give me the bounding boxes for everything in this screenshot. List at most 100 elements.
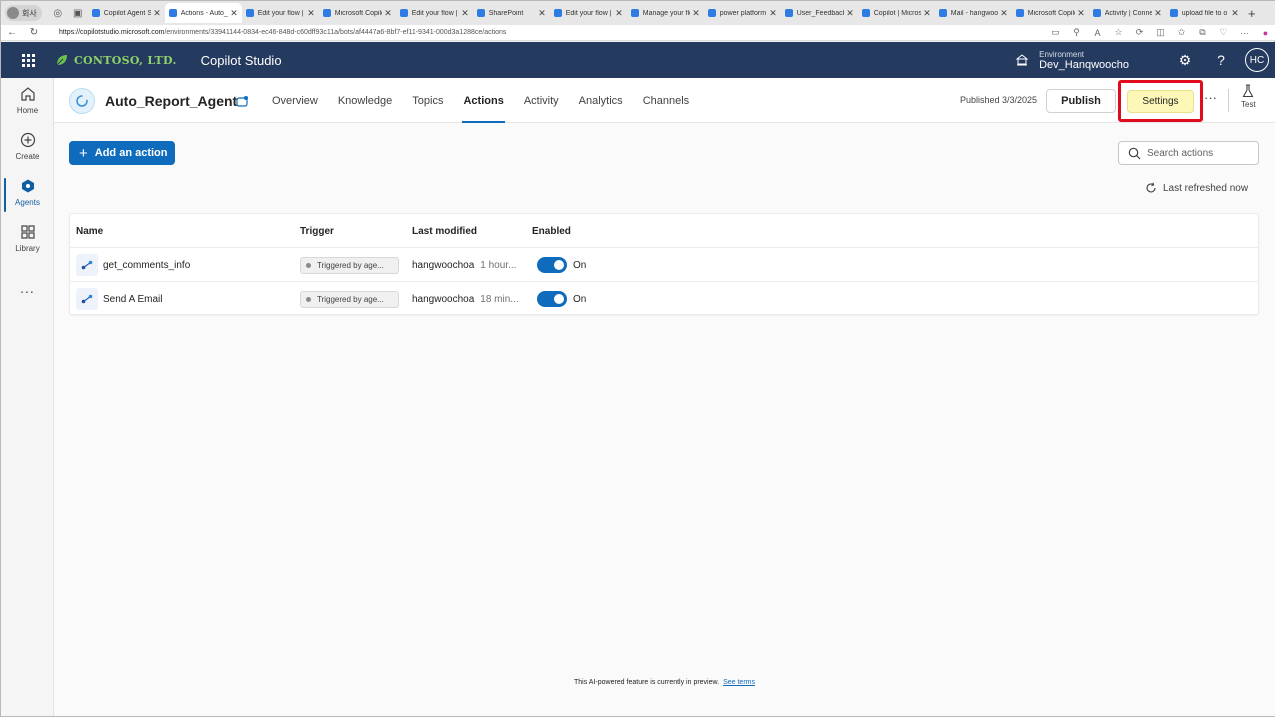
settings-button[interactable]: Settings — [1127, 90, 1194, 113]
tab-title: Copilot | Micros — [873, 9, 922, 17]
column-header-name[interactable]: Name — [76, 226, 103, 237]
refresh-button[interactable]: Last refreshed now — [1145, 182, 1248, 194]
enabled-toggle[interactable] — [537, 291, 567, 307]
performance-icon[interactable]: ♡ — [1213, 27, 1234, 38]
environment-picker[interactable]: Environment Dev_Hanqwoocho — [1015, 50, 1129, 71]
tab-close-icon[interactable]: ✕ — [153, 8, 161, 19]
tab-close-icon[interactable]: ✕ — [615, 8, 623, 19]
tab-close-icon[interactable]: ✕ — [692, 8, 700, 19]
company-name: CONTOSO, LTD. — [74, 53, 177, 67]
column-header-last-modified[interactable]: Last modified — [412, 226, 477, 237]
collections-icon[interactable]: ⧉ — [1192, 27, 1213, 38]
browser-tab[interactable]: Edit your flow | F ✕ — [550, 3, 627, 23]
column-header-enabled[interactable]: Enabled — [532, 226, 571, 237]
tab-actions[interactable]: Actions — [453, 78, 513, 123]
back-icon[interactable]: ← — [1, 27, 23, 38]
more-options-button[interactable]: ··· — [1204, 90, 1217, 105]
browser-tab[interactable]: upload file to o ✕ — [1166, 3, 1243, 23]
last-modified-cell: hangwoochoa 18 min... — [412, 282, 519, 316]
see-terms-link[interactable]: See terms — [723, 679, 755, 686]
trigger-label: Triggered by age... — [317, 294, 384, 304]
browser-tab[interactable]: Copilot | Micros ✕ — [858, 3, 935, 23]
browser-tab[interactable]: power platform ✕ — [704, 3, 781, 23]
rail-more-button[interactable]: ... — [1, 280, 54, 296]
tab-close-icon[interactable]: ✕ — [846, 8, 854, 19]
rail-item-agents[interactable]: Agents — [1, 178, 54, 212]
favorites-icon[interactable]: ✩ — [1171, 27, 1192, 38]
tab-title: power platform — [719, 9, 767, 17]
browser-tab[interactable]: Edit your flow | F ✕ — [242, 3, 319, 23]
agent-status-icon[interactable] — [235, 94, 249, 108]
split-screen-icon[interactable]: ◫ — [1150, 27, 1171, 38]
browser-tab[interactable]: Microsoft Copilo ✕ — [1012, 3, 1089, 23]
refresh-page-icon[interactable]: ↻ — [23, 27, 45, 38]
product-name[interactable]: Copilot Studio — [201, 53, 282, 68]
action-name-link[interactable]: Send A Email — [103, 294, 162, 305]
browser-tab[interactable]: Mail - hangwoo ✕ — [935, 3, 1012, 23]
tab-topics[interactable]: Topics — [402, 78, 453, 123]
tab-close-icon[interactable]: ✕ — [307, 8, 315, 19]
tab-close-icon[interactable]: ✕ — [1077, 8, 1085, 19]
action-name-link[interactable]: get_comments_info — [103, 260, 190, 271]
app-launcher-button[interactable] — [1, 53, 55, 67]
tab-close-icon[interactable]: ✕ — [769, 8, 777, 19]
more-tools-icon[interactable]: ··· — [1234, 28, 1255, 38]
tab-close-icon[interactable]: ✕ — [1154, 8, 1162, 19]
zoom-icon[interactable]: ⚲ — [1066, 27, 1087, 38]
add-action-button[interactable]: + Add an action — [69, 141, 175, 165]
company-logo[interactable]: CONTOSO, LTD. — [55, 53, 177, 67]
browser-tab[interactable]: User_Feedback ✕ — [781, 3, 858, 23]
workspaces-icon[interactable]: ◎ — [48, 5, 68, 21]
search-actions-input[interactable] — [1147, 147, 1251, 159]
extensions-icon[interactable]: ⟳ — [1129, 27, 1150, 38]
enabled-toggle[interactable] — [537, 257, 567, 273]
search-icon — [1128, 147, 1141, 159]
search-box — [1118, 141, 1259, 165]
tab-activity[interactable]: Activity — [514, 78, 569, 123]
tab-title: Actions - Auto_ — [180, 9, 228, 17]
browser-tab[interactable]: SharePoint ✕ — [473, 3, 550, 23]
screen-cast-icon[interactable]: ▭ — [1045, 27, 1066, 38]
table-row[interactable]: get_comments_info Triggered by age... hang… — [70, 248, 1258, 282]
column-header-trigger[interactable]: Trigger — [300, 226, 334, 237]
read-aloud-icon[interactable]: A — [1087, 28, 1108, 38]
new-tab-button[interactable]: + — [1243, 6, 1261, 21]
favorite-star-icon[interactable]: ☆ — [1108, 27, 1129, 38]
rail-item-library[interactable]: Library — [1, 224, 54, 253]
tab-knowledge[interactable]: Knowledge — [328, 78, 402, 123]
tab-close-icon[interactable]: ✕ — [538, 8, 546, 19]
tab-close-icon[interactable]: ✕ — [230, 8, 238, 19]
browser-profile-button[interactable]: 회사 — [5, 5, 42, 21]
tab-close-icon[interactable]: ✕ — [1231, 8, 1239, 19]
table-header: Name Trigger Last modified Enabled — [70, 214, 1258, 248]
rail-item-home[interactable]: Home — [1, 86, 54, 115]
help-icon[interactable]: ? — [1203, 52, 1239, 68]
browser-tab[interactable]: Manage your flo ✕ — [627, 3, 704, 23]
copilot-icon[interactable]: ● — [1255, 28, 1275, 38]
tab-close-icon[interactable]: ✕ — [1000, 8, 1008, 19]
trigger-badge[interactable]: Triggered by age... — [300, 256, 399, 274]
browser-tab[interactable]: Edit your flow | F ✕ — [396, 3, 473, 23]
url-field[interactable]: https://copilotstudio.microsoft.com/envi… — [45, 29, 1045, 36]
tab-title: Activity | Conne — [1104, 9, 1153, 17]
browser-tab[interactable]: Copilot Agent Sh ✕ — [88, 3, 165, 23]
test-button[interactable]: Test — [1241, 84, 1256, 109]
settings-gear-icon[interactable]: ⚙ — [1167, 52, 1203, 69]
browser-tab[interactable]: Actions - Auto_ ✕ — [164, 3, 242, 23]
tab-overview[interactable]: Overview — [262, 78, 328, 123]
environment-name: Dev_Hanqwoocho — [1039, 58, 1129, 71]
tab-close-icon[interactable]: ✕ — [384, 8, 392, 19]
table-row[interactable]: Send A Email Triggered by age... hangwooch… — [70, 282, 1258, 316]
tab-channels[interactable]: Channels — [633, 78, 699, 123]
rail-item-create[interactable]: Create — [1, 132, 54, 161]
tab-analytics[interactable]: Analytics — [569, 78, 633, 123]
publish-button[interactable]: Publish — [1046, 89, 1116, 113]
tab-actions-icon[interactable]: ▣ — [68, 5, 88, 21]
rail-label-create: Create — [15, 152, 40, 161]
tab-close-icon[interactable]: ✕ — [461, 8, 469, 19]
trigger-badge[interactable]: Triggered by age... — [300, 290, 399, 308]
browser-tab[interactable]: Microsoft Copilo ✕ — [319, 3, 396, 23]
browser-tab[interactable]: Activity | Conne ✕ — [1089, 3, 1166, 23]
user-avatar[interactable]: HC — [1245, 48, 1269, 72]
tab-close-icon[interactable]: ✕ — [923, 8, 931, 19]
